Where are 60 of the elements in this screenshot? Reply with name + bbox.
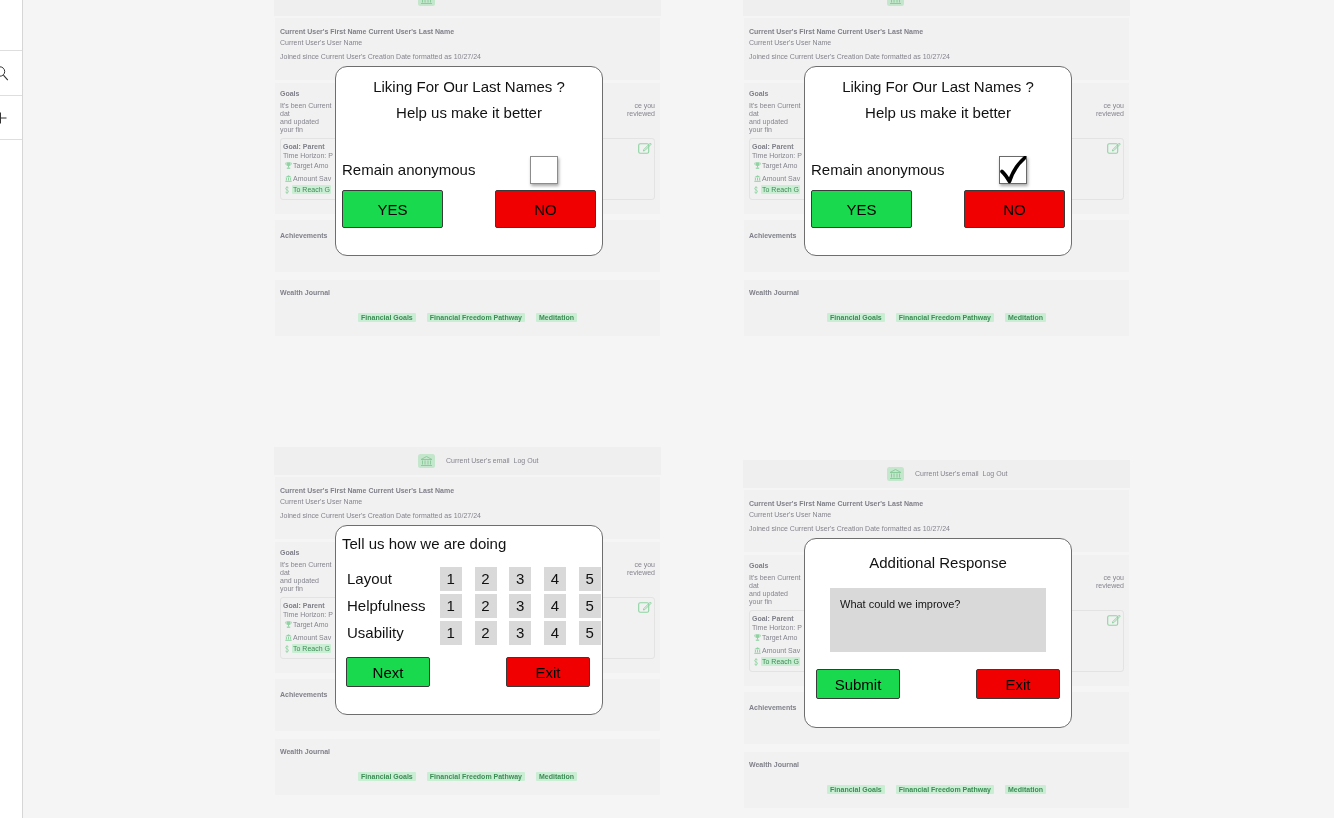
- trophy-icon: [285, 162, 292, 169]
- rating-option[interactable]: 3: [509, 594, 532, 618]
- edit-icon[interactable]: [1107, 142, 1121, 154]
- bank-icon: [754, 175, 761, 182]
- rating-label: Layout: [347, 569, 394, 589]
- dollar-icon: [754, 185, 758, 194]
- bank-icon: [285, 634, 292, 641]
- search-icon[interactable]: [0, 66, 9, 81]
- rating-option[interactable]: 5: [578, 594, 601, 618]
- next-button[interactable]: Next: [346, 657, 430, 687]
- rating-option[interactable]: 4: [544, 621, 566, 645]
- rating-option[interactable]: 5: [578, 567, 601, 591]
- dialog-title: Tell us how we are doing: [342, 534, 508, 554]
- response-field[interactable]: What could we improve?: [830, 588, 1046, 652]
- bank-icon: [754, 647, 761, 654]
- checkmark-icon: [1000, 156, 1026, 184]
- no-button[interactable]: NO: [964, 190, 1065, 228]
- rating-label: Usability: [347, 623, 405, 643]
- checkbox-label: Remain anonymous: [811, 160, 945, 180]
- rating-option[interactable]: 3: [509, 621, 532, 645]
- submit-button[interactable]: Submit: [816, 669, 900, 699]
- dialog-subtitle: Help us make it better: [864, 103, 1012, 123]
- bank-icon: [285, 175, 292, 182]
- dialog-subtitle: Help us make it better: [395, 103, 543, 123]
- rating-option[interactable]: 4: [544, 567, 566, 591]
- plus-icon[interactable]: [0, 112, 7, 124]
- edit-icon[interactable]: [638, 601, 652, 613]
- rating-option[interactable]: 1: [439, 594, 462, 618]
- yes-button[interactable]: YES: [342, 190, 443, 228]
- rating-option[interactable]: 3: [509, 567, 532, 591]
- logo-icon[interactable]: [887, 467, 904, 481]
- dollar-icon: [754, 657, 758, 666]
- dialog-title: Additional Response: [868, 553, 1008, 573]
- trophy-icon: [754, 162, 761, 169]
- no-button[interactable]: NO: [495, 190, 596, 228]
- rating-label: Helpfulness: [347, 596, 427, 616]
- rating-option[interactable]: 5: [578, 621, 601, 645]
- logo-icon[interactable]: [418, 0, 435, 6]
- dialog-title: Liking For Our Last Names ?: [841, 77, 1035, 97]
- trophy-icon: [754, 634, 761, 641]
- logo-icon[interactable]: [887, 0, 904, 6]
- edit-icon[interactable]: [638, 142, 652, 154]
- checkbox[interactable]: [999, 156, 1027, 184]
- dialog-title: Liking For Our Last Names ?: [372, 77, 566, 97]
- yes-button[interactable]: YES: [811, 190, 912, 228]
- checkbox[interactable]: [530, 156, 558, 184]
- edit-icon[interactable]: [1107, 614, 1121, 626]
- exit-button[interactable]: Exit: [976, 669, 1060, 699]
- dollar-icon: [285, 644, 289, 653]
- logo-icon[interactable]: [418, 454, 435, 468]
- rating-option[interactable]: 2: [474, 621, 497, 645]
- rating-option[interactable]: 4: [544, 594, 566, 618]
- exit-button[interactable]: Exit: [506, 657, 590, 687]
- rating-option[interactable]: 1: [439, 621, 462, 645]
- rating-option[interactable]: 2: [474, 594, 497, 618]
- dollar-icon: [285, 185, 289, 194]
- rating-option[interactable]: 1: [439, 567, 462, 591]
- rating-option[interactable]: 2: [474, 567, 497, 591]
- checkbox-label: Remain anonymous: [342, 160, 476, 180]
- trophy-icon: [285, 621, 292, 628]
